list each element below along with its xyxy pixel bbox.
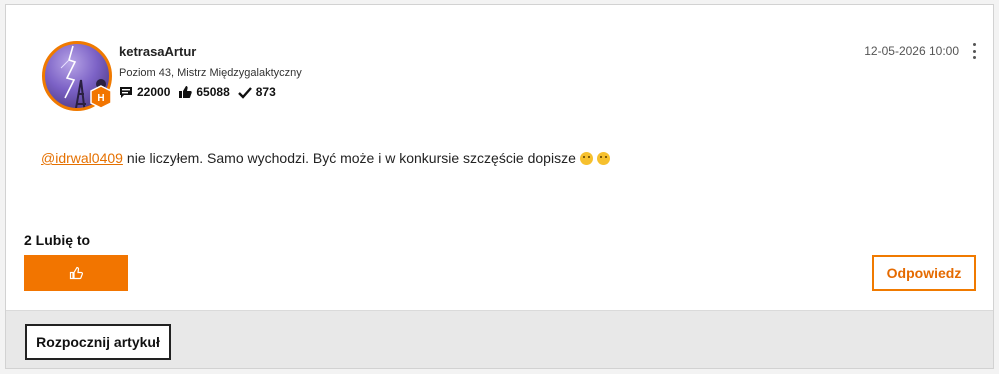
solutions-count: 873	[255, 85, 276, 99]
user-mention-link[interactable]: @idrwal0409	[41, 150, 123, 166]
author-rank: Poziom 43, Mistrz Międzygalaktyczny	[119, 67, 302, 79]
reply-button[interactable]: Odpowiedz	[872, 255, 976, 291]
comment-icon	[120, 86, 132, 98]
rank-badge-letter: H	[97, 93, 104, 104]
messages-stat: 22000	[119, 85, 170, 99]
kudos-stat: 65088	[178, 85, 230, 99]
start-article-button[interactable]: Rozpocznij artykuł	[25, 324, 171, 360]
post-timestamp: 12-05-2026 10:00	[864, 44, 959, 58]
author-name[interactable]: ketrasaArtur	[119, 44, 196, 59]
post-text: nie liczyłem. Samo wychodzi. Być może i …	[126, 150, 576, 166]
like-button[interactable]	[24, 255, 128, 291]
thumbs-up-icon	[69, 266, 83, 280]
rank-badge-icon: H	[90, 85, 112, 109]
kudos-count: 65088	[196, 85, 230, 99]
thinking-emoji-icon	[579, 151, 593, 165]
post-card: H ketrasaArtur Poziom 43, Mistrz Międzyg…	[5, 4, 994, 369]
messages-count: 22000	[137, 85, 171, 99]
post-body: @idrwal0409 nie liczyłem. Samo wychodzi.…	[41, 150, 610, 166]
likes-count[interactable]: 2 Lubię to	[24, 232, 90, 248]
hugging-emoji-icon	[596, 151, 610, 165]
post-footer: Rozpocznij artykuł	[6, 310, 993, 368]
thumbs-up-icon	[179, 86, 193, 98]
checkmark-icon	[237, 86, 252, 99]
more-options-icon[interactable]	[971, 43, 977, 59]
solutions-stat: 873	[237, 85, 276, 99]
author-stats: 22000 65088 873	[119, 85, 284, 99]
